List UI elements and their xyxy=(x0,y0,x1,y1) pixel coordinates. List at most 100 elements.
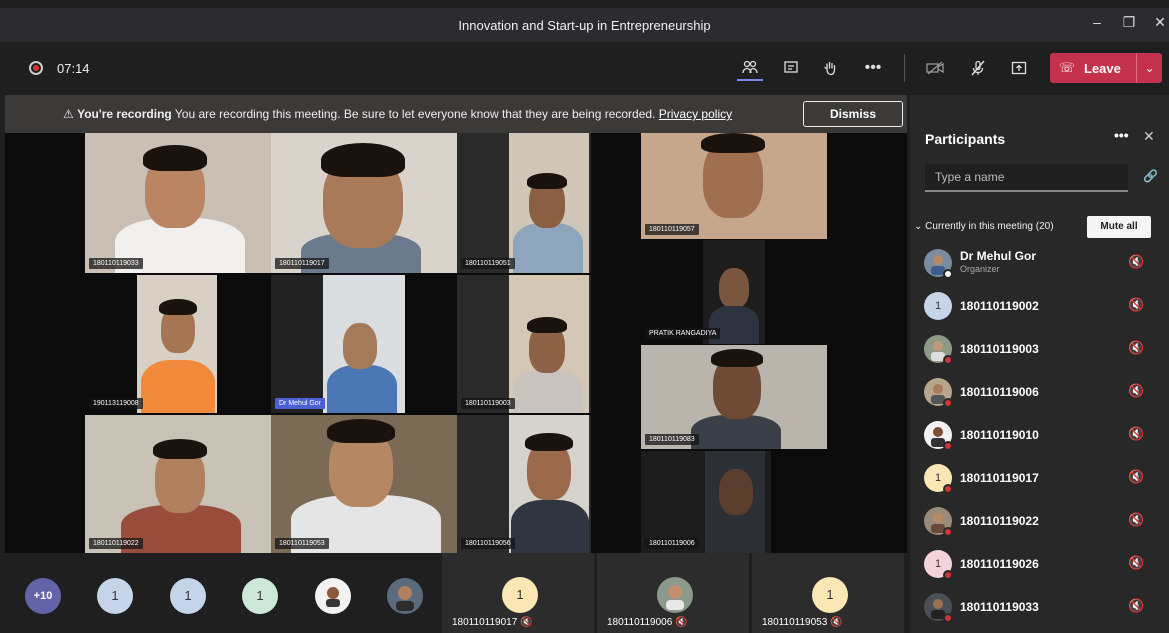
mic-muted-icon[interactable] xyxy=(965,55,991,81)
mic-muted-icon[interactable]: 🔇 xyxy=(1128,426,1144,442)
mic-muted-icon[interactable]: 🔇 xyxy=(1128,598,1144,614)
participant-name-tag: 180110119017 xyxy=(275,258,329,269)
video-tile[interactable] xyxy=(137,275,217,413)
participant-search-input[interactable] xyxy=(925,164,1128,192)
chat-icon[interactable] xyxy=(778,55,804,81)
chevron-down-icon[interactable]: ⌄ xyxy=(1136,53,1162,83)
participant-name-tag: 180110119057 xyxy=(645,224,699,235)
hang-up-icon: ☏ xyxy=(1058,60,1076,75)
participant-row[interactable]: 180110119022 🔇 xyxy=(910,500,1169,543)
mic-muted-icon[interactable]: 🔇 xyxy=(1128,340,1144,356)
leave-button[interactable]: ☏ Leave ⌄ xyxy=(1050,53,1162,83)
section-label: Currently in this meeting (20) xyxy=(925,221,1054,232)
mic-muted-icon[interactable]: 🔇 xyxy=(1128,555,1144,571)
participant-row[interactable]: 1 180110119017 🔇 xyxy=(910,457,1169,500)
video-tile[interactable]: PRATIK RANGADIYA xyxy=(641,323,771,343)
recording-icon xyxy=(29,61,43,75)
participant-avatar[interactable]: 1 xyxy=(97,578,133,614)
participant-row[interactable]: 1 180110119026 🔇 xyxy=(910,543,1169,586)
video-tile[interactable]: 180110119053 xyxy=(271,415,457,553)
mic-muted-icon[interactable]: 🔇 xyxy=(1128,469,1144,485)
share-screen-icon[interactable] xyxy=(1006,55,1032,81)
close-window-icon[interactable]: ✕ xyxy=(1151,14,1169,31)
participant-card[interactable]: 180110119006 🔇 xyxy=(597,553,749,633)
banner-heading: You're recording xyxy=(77,107,172,121)
participant-name: 180110119006 xyxy=(960,385,1039,399)
participant-name: 180110119010 xyxy=(960,428,1039,442)
video-tile[interactable]: 180110119003 xyxy=(457,275,591,413)
overflow-participants-button[interactable]: +10 xyxy=(25,578,61,614)
participant-avatar: 1 xyxy=(924,292,952,320)
participant-name-tag: 190113119008 xyxy=(89,398,143,409)
video-tile[interactable]: 180110119057 xyxy=(641,133,827,239)
participants-icon[interactable] xyxy=(737,55,763,81)
participant-name: 180110119017 xyxy=(960,471,1039,485)
mute-all-button[interactable]: Mute all xyxy=(1087,216,1151,238)
video-tile[interactable]: 180110119017 xyxy=(271,133,457,273)
participant-name-tag: 180110119006 xyxy=(645,538,699,549)
section-header[interactable]: ⌄ Currently in this meeting (20) xyxy=(914,221,1054,232)
participant-name-tag: 180110119033 xyxy=(89,258,143,269)
video-tile[interactable]: 180110119033 xyxy=(85,133,271,273)
presence-icon xyxy=(943,269,953,279)
collapse-icon: ⌄ xyxy=(914,221,923,232)
avatar-photo xyxy=(657,577,693,613)
video-tile[interactable]: 180110119083 xyxy=(641,345,827,449)
participant-row[interactable]: 1 180110119002 🔇 xyxy=(910,285,1169,328)
minimize-icon[interactable]: – xyxy=(1088,14,1106,30)
participant-name: 180110119022 xyxy=(960,514,1039,528)
participant-name-tag: 180110119053 xyxy=(275,538,329,549)
video-tile[interactable]: 180110119056 xyxy=(457,415,591,553)
window-title: Innovation and Start-up in Entrepreneurs… xyxy=(458,18,711,33)
participant-strip: +10 1 1 1 1 180110119017 🔇 180110119006 … xyxy=(5,553,907,633)
avatar-photo[interactable] xyxy=(315,578,351,614)
banner-message: You are recording this meeting. Be sure … xyxy=(174,107,656,121)
participant-name-tag: 180110119083 xyxy=(645,434,699,445)
participant-row[interactable]: 180110119033 🔇 xyxy=(910,586,1169,629)
participant-card[interactable]: 1 180110119053 🔇 xyxy=(752,553,904,633)
banner-text: ⚠ You're recording You are recording thi… xyxy=(63,107,732,121)
video-tile[interactable]: Dr Mehul Gor xyxy=(271,275,405,413)
participant-name-tag: 180110119056 xyxy=(461,538,515,549)
avatar-photo[interactable] xyxy=(387,578,423,614)
participants-panel: Participants ••• ✕ 🔗 ⌄ Currently in this… xyxy=(910,95,1169,633)
dismiss-button[interactable]: Dismiss xyxy=(803,101,903,127)
mic-muted-icon: 🔇 xyxy=(520,617,533,628)
participant-avatar[interactable]: 1 xyxy=(170,578,206,614)
video-tile[interactable]: 180110119051 xyxy=(457,133,591,273)
presence-icon xyxy=(943,570,953,580)
participant-row[interactable]: 180110119003 🔇 xyxy=(910,328,1169,371)
mic-muted-icon[interactable]: 🔇 xyxy=(1128,383,1144,399)
participant-card-name: 180110119017 xyxy=(452,617,518,628)
presence-icon xyxy=(943,398,953,408)
participant-row[interactable]: 180110119006 🔇 xyxy=(910,371,1169,414)
camera-off-icon[interactable] xyxy=(922,55,948,81)
meeting-toolbar: 07:14 ••• ☏ Leave ⌄ xyxy=(0,42,1169,94)
participant-card-name: 180110119053 xyxy=(762,617,828,628)
close-panel-icon[interactable]: ✕ xyxy=(1143,128,1155,145)
video-tile: 190113119008 xyxy=(85,395,155,413)
participant-row[interactable]: 180110119010 🔇 xyxy=(910,414,1169,457)
more-options-icon[interactable]: ••• xyxy=(860,55,886,81)
participant-name-tag: PRATIK RANGADIYA xyxy=(645,328,721,339)
presence-icon xyxy=(943,527,953,537)
participant-avatar: 1 xyxy=(812,577,848,613)
mic-muted-icon[interactable]: 🔇 xyxy=(1128,254,1144,270)
mic-muted-icon[interactable]: 🔇 xyxy=(1128,297,1144,313)
participant-card[interactable]: 1 180110119017 🔇 xyxy=(442,553,594,633)
mic-muted-icon[interactable]: 🔇 xyxy=(1128,512,1144,528)
participant-name: 180110119003 xyxy=(960,342,1039,356)
raise-hand-icon[interactable] xyxy=(817,55,843,81)
participant-avatar[interactable]: 1 xyxy=(242,578,278,614)
share-invite-icon[interactable]: 🔗 xyxy=(1143,169,1158,183)
privacy-policy-link[interactable]: Privacy policy xyxy=(659,107,732,121)
video-tile[interactable]: 180110119006 xyxy=(641,451,771,553)
participant-name-tag: 180110119051 xyxy=(461,258,515,269)
participant-row[interactable]: Dr Mehul Gor Organizer 🔇 xyxy=(910,242,1169,285)
panel-more-icon[interactable]: ••• xyxy=(1114,127,1129,143)
presence-icon xyxy=(943,484,953,494)
video-tile[interactable]: 180110119022 xyxy=(85,415,271,553)
maximize-icon[interactable]: ❐ xyxy=(1120,14,1138,31)
leave-label: Leave xyxy=(1084,60,1121,76)
warning-icon: ⚠ xyxy=(63,107,74,121)
